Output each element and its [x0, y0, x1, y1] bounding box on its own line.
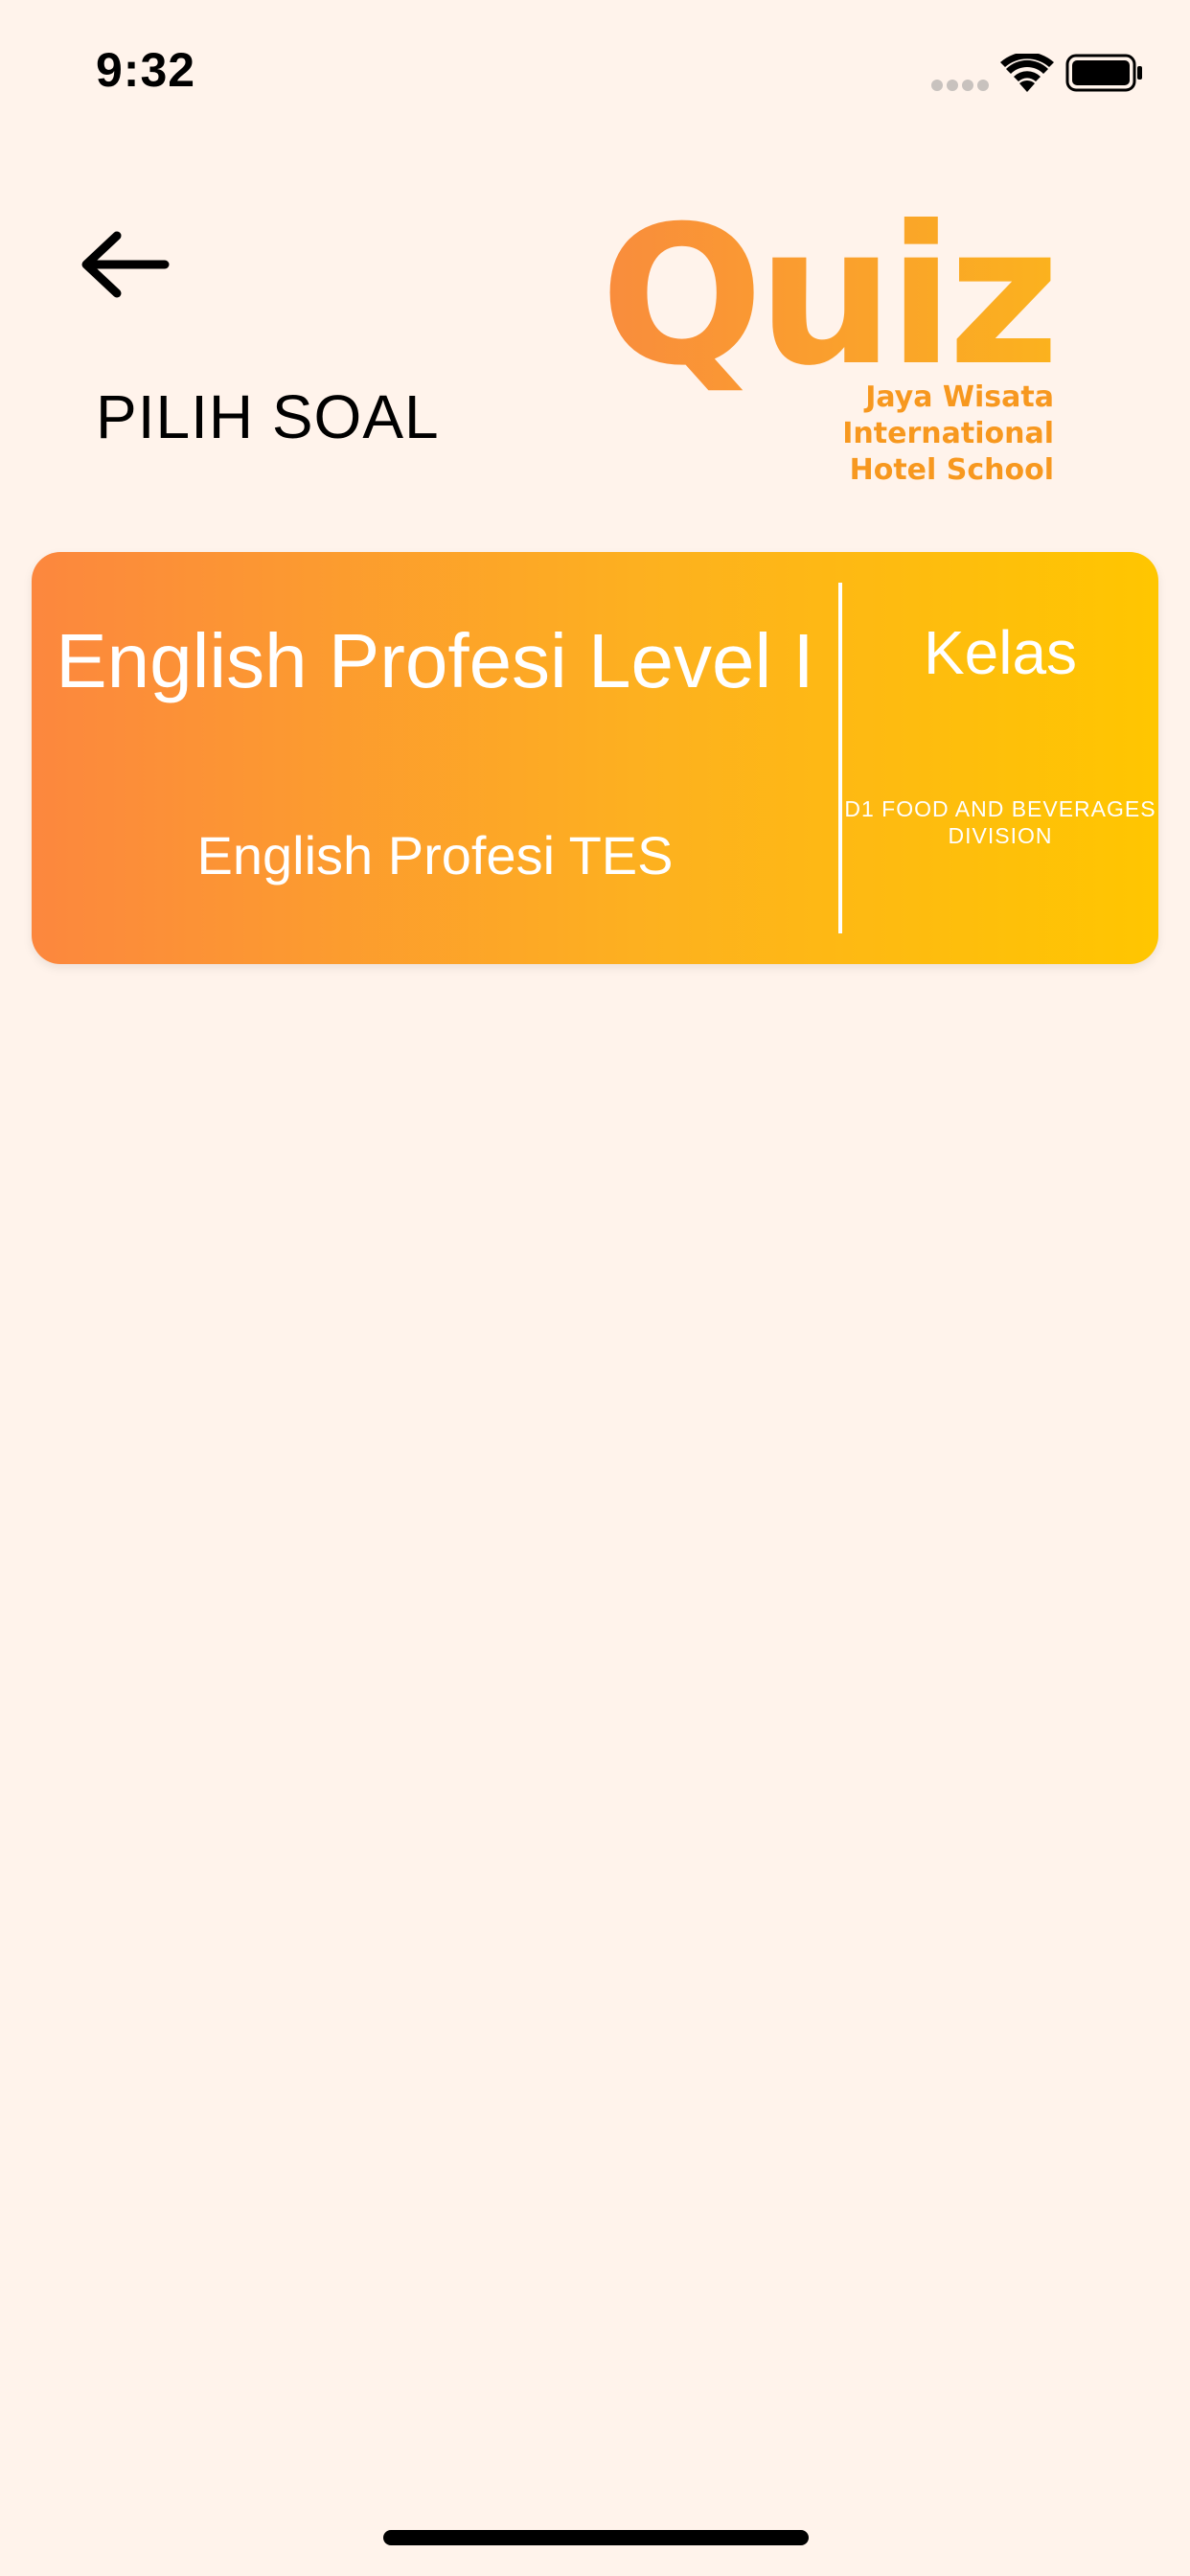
cellular-signal-icon [931, 80, 989, 91]
battery-icon [1065, 54, 1142, 92]
logo-word: Quiz [600, 185, 1060, 408]
quiz-subtitle: English Profesi TES [196, 825, 674, 886]
home-indicator[interactable] [383, 2530, 809, 2545]
class-label: Kelas [923, 618, 1078, 687]
class-value: D1 FOOD AND BEVERAGES DIVISION [844, 796, 1156, 848]
wifi-icon [1000, 54, 1054, 92]
back-button[interactable] [77, 226, 172, 303]
quiz-title: English Profesi Level I [56, 618, 814, 703]
logo-subtitle-line2: Hotel School [849, 453, 1054, 487]
status-time: 9:32 [96, 43, 196, 97]
logo-subtitle: Jaya Wisata International Hotel School [652, 380, 1054, 489]
logo-subtitle-line1: Jaya Wisata International [842, 380, 1054, 450]
quiz-logo: Quiz Jaya Wisata International Hotel Sch… [601, 201, 1060, 488]
quiz-card[interactable]: English Profesi Level I English Profesi … [32, 552, 1158, 964]
arrow-left-icon [81, 231, 170, 298]
page-title: PILIH SOAL [96, 382, 440, 451]
status-bar: 9:32 [0, 0, 1190, 144]
